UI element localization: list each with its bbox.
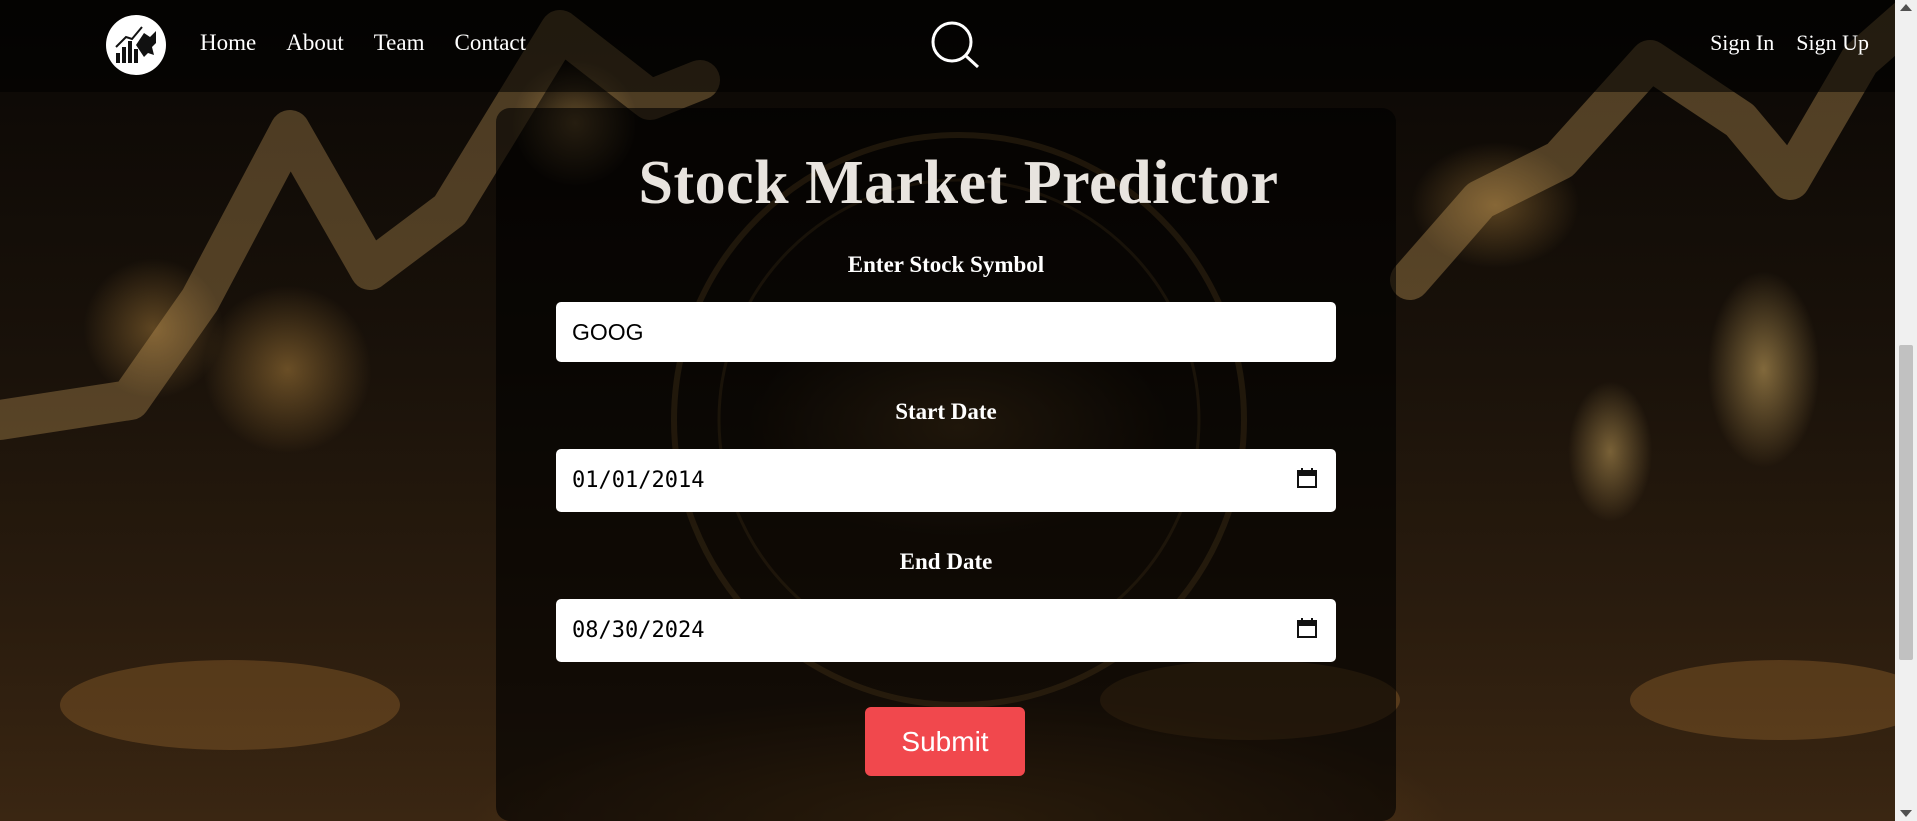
nav-contact-link[interactable]: Contact — [454, 30, 526, 56]
nav-about-link[interactable]: About — [286, 30, 344, 56]
end-date-value: 08/30/2024 — [572, 618, 705, 643]
scroll-up-arrow-icon[interactable] — [1900, 4, 1912, 11]
stock-symbol-input[interactable]: GOOG — [556, 302, 1336, 362]
end-date-label: End Date — [899, 549, 993, 574]
top-navbar: Home About Team Contact Sign In Sign Up — [0, 0, 1895, 92]
main-nav: Home About Team Contact — [200, 30, 556, 56]
start-date-input[interactable]: 01/01/2014 — [556, 449, 1336, 512]
start-date-value: 01/01/2014 — [572, 468, 705, 493]
calendar-icon[interactable] — [1296, 467, 1318, 489]
start-date-label: Start Date — [895, 399, 997, 424]
scroll-down-arrow-icon[interactable] — [1900, 810, 1912, 817]
nav-home-link[interactable]: Home — [200, 30, 256, 56]
calendar-icon[interactable] — [1296, 617, 1318, 639]
sign-up-link[interactable]: Sign Up — [1796, 30, 1869, 56]
sign-in-link[interactable]: Sign In — [1710, 30, 1774, 56]
nav-team-link[interactable]: Team — [374, 30, 425, 56]
stock-symbol-value: GOOG — [572, 318, 644, 345]
end-date-input[interactable]: 08/30/2024 — [556, 599, 1336, 662]
scroll-thumb[interactable] — [1899, 345, 1913, 660]
page-scrollbar[interactable] — [1895, 0, 1917, 821]
symbol-label: Enter Stock Symbol — [847, 252, 1045, 277]
submit-button[interactable]: Submit — [865, 707, 1025, 776]
auth-links: Sign In Sign Up — [1688, 30, 1869, 56]
page-title: Stock Market Predictor — [638, 149, 1279, 217]
bull-chart-logo-icon[interactable] — [106, 15, 166, 75]
search-icon[interactable] — [930, 20, 990, 80]
